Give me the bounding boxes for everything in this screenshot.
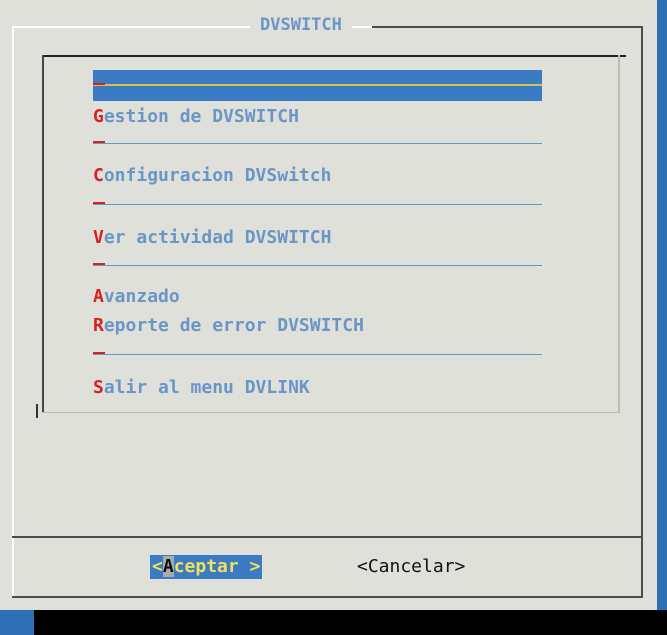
menu-item-hotkey: C — [93, 165, 104, 186]
menu-item-hotkey: R — [93, 315, 104, 336]
menu-item-label: alir al menu DVLINK — [103, 377, 310, 398]
menu-separator — [93, 141, 542, 144]
menu-item-gestion[interactable]: Gestion de DVSWITCH — [93, 105, 299, 129]
menu-separator — [93, 263, 542, 266]
screen-background-bottom — [0, 610, 667, 635]
selection-underline — [93, 84, 542, 86]
menu-separator — [93, 352, 542, 355]
menu-item-label: estion de DVSWITCH — [103, 106, 299, 127]
dialog-title: DVSWITCH — [250, 14, 352, 36]
accept-button-hotkey: A — [162, 556, 174, 577]
menu-item-label: onfiguracion DVSwitch — [103, 165, 332, 186]
accept-button[interactable]: <Aceptar > — [150, 555, 263, 579]
dialog-border-left — [12, 26, 14, 596]
menu-item-salir[interactable]: Salir al menu DVLINK — [93, 376, 310, 400]
menu-item-hotkey: S — [93, 377, 104, 398]
selection-hotkey-marker — [93, 83, 105, 85]
menu-selection-highlight[interactable] — [93, 70, 542, 101]
menu-separator — [93, 202, 542, 205]
menu-box-border-right — [618, 55, 620, 412]
menu-box-corner — [36, 404, 38, 418]
menu-item-configuracion[interactable]: Configuracion DVSwitch — [93, 164, 331, 188]
button-area-separator — [12, 536, 643, 538]
menu-box-border-top — [42, 55, 626, 57]
separator-marker — [93, 263, 105, 265]
menu-item-hotkey: G — [93, 106, 104, 127]
menu-item-label: er actividad DVSWITCH — [103, 227, 332, 248]
menu-item-avanzado[interactable]: Avanzado — [93, 285, 180, 309]
accept-button-label: ceptar > — [173, 556, 261, 577]
menu-item-ver-actividad[interactable]: Ver actividad DVSWITCH — [93, 226, 331, 250]
separator-marker — [93, 352, 105, 354]
accept-button-bracket: < — [152, 556, 163, 577]
menu-item-hotkey: V — [93, 227, 104, 248]
menu-item-label: eporte de error DVSWITCH — [103, 315, 364, 336]
screen-background-right — [657, 0, 667, 610]
screen-background-corner — [0, 610, 34, 635]
menu-item-hotkey: A — [93, 286, 104, 307]
menu-item-label: vanzado — [103, 286, 180, 307]
menu-item-reporte-error[interactable]: Reporte de error DVSWITCH — [93, 314, 364, 338]
menu-box-border-left — [42, 55, 44, 412]
dvswitch-dialog: DVSWITCH Gestion de DVSWITCH Configuraci… — [0, 0, 657, 610]
dialog-border-right — [641, 26, 643, 596]
separator-marker — [93, 202, 105, 204]
dialog-border-bottom — [12, 596, 643, 598]
separator-marker — [93, 141, 105, 143]
menu-box-border-bottom — [42, 412, 620, 413]
dialog-border-top-shadow — [372, 26, 643, 28]
cancel-button[interactable]: <Cancelar> — [357, 555, 465, 579]
